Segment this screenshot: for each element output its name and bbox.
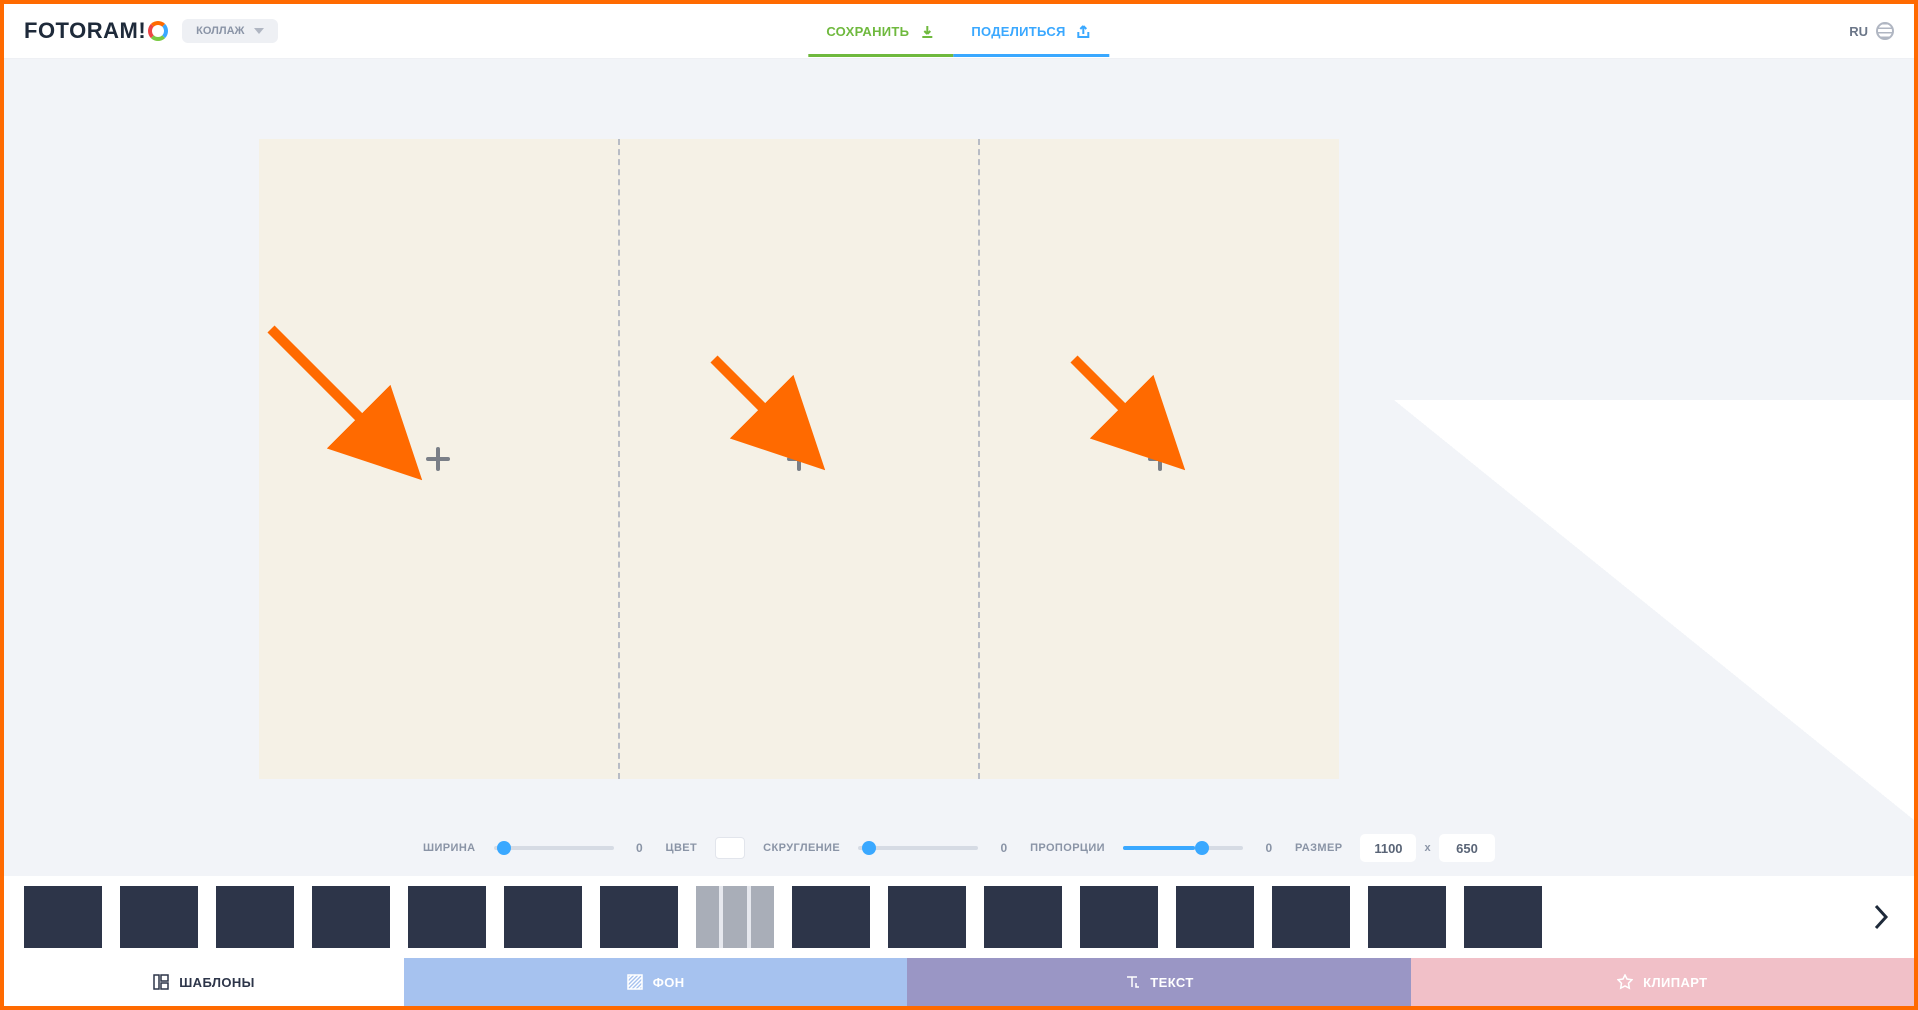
header-bar: FOTORAM! КОЛЛАЖ СОХРАНИТЬ ПОДЕЛИТЬСЯ RU <box>4 4 1914 59</box>
template-item[interactable] <box>1464 886 1542 948</box>
size-separator: x <box>1424 842 1431 854</box>
aspect-value: 0 <box>1261 841 1277 855</box>
collage-canvas <box>259 139 1339 779</box>
canvas-controls: ШИРИНА 0 ЦВЕТ СКРУГЛЕНИЕ 0 ПРОПОРЦИИ 0 Р… <box>4 820 1914 876</box>
text-icon <box>1124 974 1140 990</box>
app-logo: FOTORAM! <box>24 18 168 44</box>
template-item[interactable] <box>984 886 1062 948</box>
tab-text[interactable]: ТЕКСТ <box>907 958 1410 1006</box>
template-item[interactable] <box>504 886 582 948</box>
template-item[interactable] <box>1176 886 1254 948</box>
template-item[interactable] <box>888 886 966 948</box>
collage-slot-1[interactable] <box>259 139 620 779</box>
collage-slot-2[interactable] <box>620 139 981 779</box>
share-button[interactable]: ПОДЕЛИТЬСЯ <box>953 6 1109 57</box>
canvas-area <box>4 59 1914 820</box>
download-icon <box>919 24 935 40</box>
template-item[interactable] <box>312 886 390 948</box>
templates-icon <box>153 974 169 990</box>
template-item[interactable] <box>1080 886 1158 948</box>
template-item[interactable] <box>1272 886 1350 948</box>
width-slider[interactable] <box>494 846 614 850</box>
rounding-value: 0 <box>996 841 1012 855</box>
tab-text-label: ТЕКСТ <box>1150 975 1193 990</box>
width-label: ШИРИНА <box>423 842 476 854</box>
template-strip <box>4 876 1914 958</box>
logo-text: FOTORAM <box>24 18 138 44</box>
rounding-slider[interactable] <box>858 846 978 850</box>
color-label: ЦВЕТ <box>666 842 698 854</box>
save-label: СОХРАНИТЬ <box>826 24 909 39</box>
globe-icon <box>1876 22 1894 40</box>
template-item-selected[interactable] <box>696 886 774 948</box>
tab-templates[interactable]: ШАБЛОНЫ <box>4 958 404 1006</box>
language-selector[interactable]: RU <box>1849 22 1894 40</box>
width-value: 0 <box>632 841 648 855</box>
chevron-down-icon <box>254 28 264 34</box>
aspect-slider[interactable] <box>1123 846 1243 850</box>
templates-next-button[interactable] <box>1860 876 1902 958</box>
language-code: RU <box>1849 24 1868 39</box>
template-item[interactable] <box>120 886 198 948</box>
mode-label: КОЛЛАЖ <box>196 25 244 37</box>
template-item[interactable] <box>600 886 678 948</box>
tab-templates-label: ШАБЛОНЫ <box>179 975 255 990</box>
size-inputs: x <box>1360 834 1495 862</box>
star-icon <box>1617 974 1633 990</box>
tab-background[interactable]: ФОН <box>404 958 907 1006</box>
height-input[interactable] <box>1439 834 1495 862</box>
color-picker[interactable] <box>715 837 745 859</box>
size-label: РАЗМЕР <box>1295 842 1342 854</box>
tab-clipart[interactable]: КЛИПАРТ <box>1411 958 1914 1006</box>
tab-clipart-label: КЛИПАРТ <box>1643 975 1707 990</box>
template-item[interactable] <box>216 886 294 948</box>
share-label: ПОДЕЛИТЬСЯ <box>971 24 1065 39</box>
collage-slot-3[interactable] <box>980 139 1339 779</box>
mode-dropdown[interactable]: КОЛЛАЖ <box>182 19 278 43</box>
template-item[interactable] <box>408 886 486 948</box>
template-item[interactable] <box>1368 886 1446 948</box>
template-item[interactable] <box>24 886 102 948</box>
rounding-label: СКРУГЛЕНИЕ <box>763 842 840 854</box>
logo-accent: ! <box>138 18 146 44</box>
logo-ring-icon <box>148 21 168 41</box>
background-icon <box>627 974 643 990</box>
tab-background-label: ФОН <box>653 975 685 990</box>
template-item[interactable] <box>792 886 870 948</box>
save-button[interactable]: СОХРАНИТЬ <box>808 6 953 57</box>
bg-decoration <box>1394 400 1914 820</box>
aspect-label: ПРОПОРЦИИ <box>1030 842 1105 854</box>
share-icon <box>1076 24 1092 40</box>
chevron-right-icon <box>1872 902 1890 932</box>
bottom-tabs: ШАБЛОНЫ ФОН ТЕКСТ КЛИПАРТ <box>4 958 1914 1006</box>
width-input[interactable] <box>1360 834 1416 862</box>
header-actions: СОХРАНИТЬ ПОДЕЛИТЬСЯ <box>808 6 1109 57</box>
